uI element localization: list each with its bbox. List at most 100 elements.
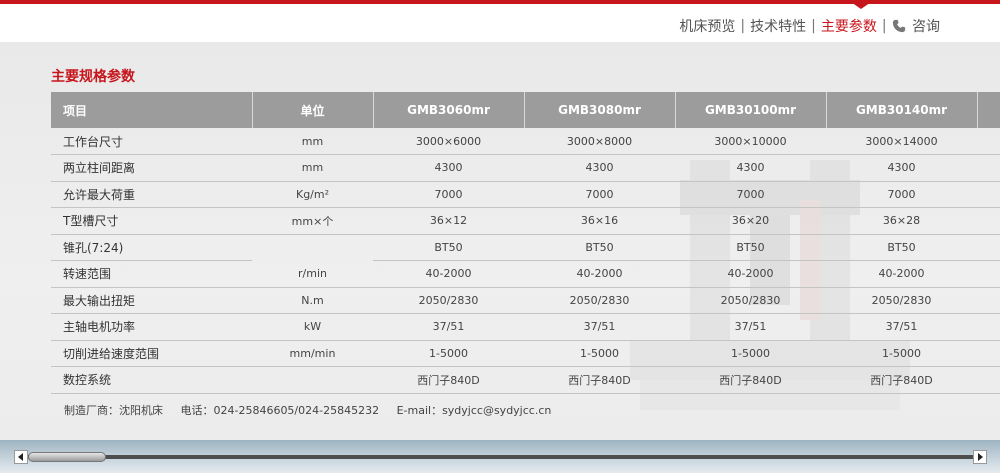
table-cell bbox=[977, 313, 1000, 341]
column-header: GMB3080mr bbox=[524, 92, 676, 128]
table-cell bbox=[977, 128, 1000, 155]
table-cell: r/min bbox=[252, 260, 373, 288]
table-cell: 数控系统 bbox=[51, 366, 252, 394]
table-cell bbox=[977, 260, 1000, 288]
spec-table: 项目 单位 GMB3060mr GMB3080mr GMB30100mr GMB… bbox=[51, 92, 1000, 394]
table-cell: BT50 bbox=[524, 234, 675, 261]
nav-separator: | bbox=[811, 18, 816, 34]
table-cell: 西门子840D bbox=[675, 366, 826, 394]
column-header: 项目 bbox=[51, 92, 253, 128]
table-cell: 4300 bbox=[826, 154, 977, 182]
nav-separator: | bbox=[740, 18, 746, 34]
table-cell: mm/min bbox=[252, 340, 373, 367]
column-header: 单位 bbox=[252, 92, 374, 128]
table-cell: 切削进给速度范围 bbox=[51, 340, 252, 367]
table-cell: BT50 bbox=[826, 234, 977, 261]
table-row: 主轴电机功率 kW 37/51 37/51 37/51 37/51 bbox=[51, 313, 1000, 341]
table-cell bbox=[977, 181, 1000, 208]
nav-item-features[interactable]: 技术特性 bbox=[750, 16, 806, 36]
table-cell: 西门子840D bbox=[524, 366, 675, 394]
nav-item-parameters[interactable]: 主要参数 bbox=[821, 16, 877, 36]
table-cell: 7000 bbox=[373, 181, 524, 208]
table-cell: 西门子840D bbox=[826, 366, 977, 394]
table-cell: mm bbox=[252, 128, 373, 155]
table-row: 锥孔(7:24) BT50 BT50 BT50 BT50 bbox=[51, 234, 1000, 261]
table-cell: mm bbox=[252, 154, 373, 182]
table-cell: 1-5000 bbox=[373, 340, 524, 367]
table-cell: 40-2000 bbox=[826, 260, 977, 288]
table-cell: 两立柱间距离 bbox=[51, 154, 252, 182]
table-cell: 3000×10000 bbox=[675, 128, 826, 155]
table-cell: 4300 bbox=[675, 154, 826, 182]
scroll-thumb[interactable] bbox=[28, 452, 106, 462]
manufacturer-contact-info: 制造厂商：沈阳机床 电话：024-25846605/024-25845232 E… bbox=[64, 404, 552, 417]
spec-table-container: 项目 单位 GMB3060mr GMB3080mr GMB30100mr GMB… bbox=[51, 92, 1000, 394]
table-cell: 7000 bbox=[826, 181, 977, 208]
table-cell bbox=[252, 366, 373, 394]
table-cell: 37/51 bbox=[524, 313, 675, 341]
table-cell: Kg/m² bbox=[252, 181, 373, 208]
table-row: T型槽尺寸 mm×个 36×12 36×16 36×20 36×28 bbox=[51, 207, 1000, 235]
table-row: 切削进给速度范围 mm/min 1-5000 1-5000 1-5000 1-5… bbox=[51, 340, 1000, 367]
table-cell bbox=[977, 207, 1000, 235]
arrow-left-icon bbox=[18, 453, 23, 461]
column-header: GMB3060mr bbox=[373, 92, 525, 128]
table-row: 工作台尺寸 mm 3000×6000 3000×8000 3000×10000 … bbox=[51, 128, 1000, 155]
scroll-track[interactable] bbox=[28, 455, 973, 459]
scroll-right-button[interactable] bbox=[973, 450, 987, 464]
table-cell bbox=[252, 234, 373, 261]
top-nav: 机床预览 | 技术特性 | 主要参数 | 咨询 bbox=[679, 16, 940, 36]
phone-icon bbox=[892, 19, 905, 33]
table-cell: 7000 bbox=[675, 181, 826, 208]
table-cell: 4300 bbox=[524, 154, 675, 182]
table-row: 转速范围 r/min 40-2000 40-2000 40-2000 40-20… bbox=[51, 260, 1000, 288]
table-cell: 工作台尺寸 bbox=[51, 128, 252, 155]
table-cell: BT50 bbox=[675, 234, 826, 261]
table-cell: 40-2000 bbox=[524, 260, 675, 288]
table-cell: 1-5000 bbox=[675, 340, 826, 367]
table-cell bbox=[977, 234, 1000, 261]
table-cell: 37/51 bbox=[826, 313, 977, 341]
table-cell: BT50 bbox=[373, 234, 524, 261]
table-row: 两立柱间距离 mm 4300 4300 4300 4300 bbox=[51, 154, 1000, 182]
table-cell: 1-5000 bbox=[826, 340, 977, 367]
table-row: 数控系统 西门子840D 西门子840D 西门子840D 西门子840D bbox=[51, 366, 1000, 394]
table-cell: 36×28 bbox=[826, 207, 977, 235]
table-cell: 2050/2830 bbox=[675, 287, 826, 314]
table-cell: 2050/2830 bbox=[373, 287, 524, 314]
table-cell: 37/51 bbox=[373, 313, 524, 341]
table-cell: 2050/2830 bbox=[524, 287, 675, 314]
table-cell bbox=[977, 366, 1000, 394]
table-cell: 主轴电机功率 bbox=[51, 313, 252, 341]
table-cell: 40-2000 bbox=[373, 260, 524, 288]
table-cell: 最大输出扭矩 bbox=[51, 287, 252, 314]
nav-item-consult[interactable]: 咨询 bbox=[892, 16, 940, 36]
column-header bbox=[977, 92, 1000, 128]
table-cell: 3000×8000 bbox=[524, 128, 675, 155]
table-cell bbox=[977, 340, 1000, 367]
table-cell: T型槽尺寸 bbox=[51, 207, 252, 235]
table-cell: 40-2000 bbox=[675, 260, 826, 288]
nav-consult-label: 咨询 bbox=[912, 19, 940, 35]
column-header: GMB30140mr bbox=[826, 92, 978, 128]
table-cell: 36×16 bbox=[524, 207, 675, 235]
table-cell bbox=[977, 154, 1000, 182]
table-cell: 4300 bbox=[373, 154, 524, 182]
table-cell: 2050/2830 bbox=[826, 287, 977, 314]
table-cell: 3000×6000 bbox=[373, 128, 524, 155]
table-cell: 1-5000 bbox=[524, 340, 675, 367]
table-cell: 锥孔(7:24) bbox=[51, 234, 252, 261]
table-cell bbox=[977, 287, 1000, 314]
table-cell: 西门子840D bbox=[373, 366, 524, 394]
table-cell: N.m bbox=[252, 287, 373, 314]
table-row: 允许最大荷重 Kg/m² 7000 7000 7000 7000 bbox=[51, 181, 1000, 208]
table-cell: 转速范围 bbox=[51, 260, 252, 288]
scroll-left-button[interactable] bbox=[14, 450, 28, 464]
table-row: 最大输出扭矩 N.m 2050/2830 2050/2830 2050/2830… bbox=[51, 287, 1000, 314]
nav-item-preview[interactable]: 机床预览 bbox=[679, 16, 735, 36]
table-header-row: 项目 单位 GMB3060mr GMB3080mr GMB30100mr GMB… bbox=[51, 92, 1000, 128]
horizontal-scrollbar[interactable] bbox=[14, 450, 987, 464]
table-cell: 37/51 bbox=[675, 313, 826, 341]
table-cell: kW bbox=[252, 313, 373, 341]
nav-separator: | bbox=[881, 18, 887, 34]
